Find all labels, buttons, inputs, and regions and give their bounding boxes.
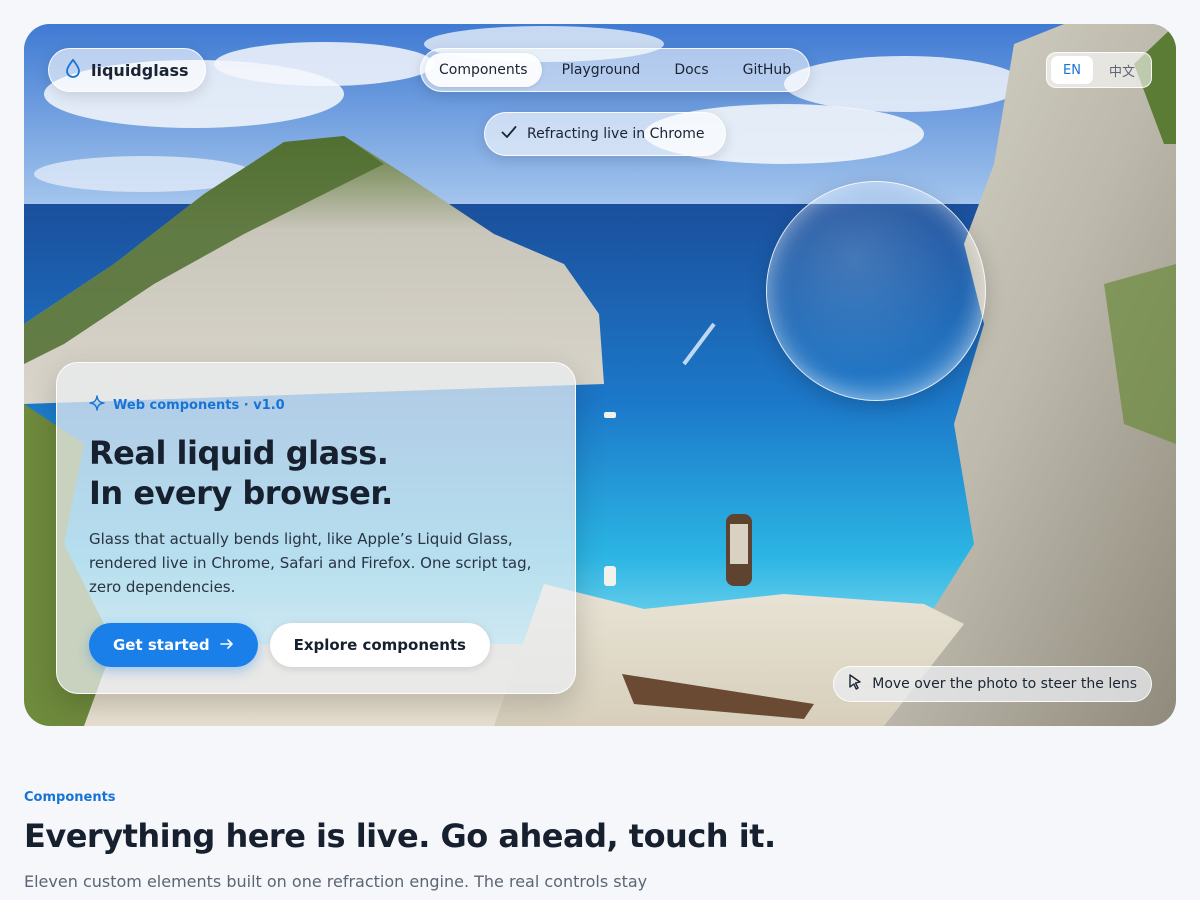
section-description: Eleven custom elements built on one refr… [24, 872, 648, 900]
section-eyebrow: Components [24, 790, 116, 805]
hero-title-line-1: Real liquid glass. [89, 434, 389, 472]
nav-item-playground[interactable]: Playground [548, 53, 655, 87]
status-label: Refracting live in Chrome [527, 126, 705, 142]
get-started-label: Get started [113, 636, 210, 654]
nav-item-docs[interactable]: Docs [660, 53, 722, 87]
brand-logo[interactable]: liquidglass [48, 48, 206, 92]
arrow-right-icon [219, 636, 234, 654]
hero-cta-row: Get started Explore components [89, 623, 543, 667]
language-zh-button[interactable]: 中文 [1097, 56, 1147, 84]
get-started-button[interactable]: Get started [89, 623, 258, 667]
hero-eyebrow: Web components · v1.0 [89, 395, 543, 415]
lens-hint-label: Move over the photo to steer the lens [872, 676, 1137, 692]
brand-name: liquidglass [91, 60, 189, 80]
section-title: Everything here is live. Go ahead, touch… [24, 817, 776, 855]
nav-item-components[interactable]: Components [425, 53, 542, 87]
nav-item-github[interactable]: GitHub [729, 53, 806, 87]
hero-eyebrow-label: Web components · v1.0 [113, 397, 285, 413]
hero-title: Real liquid glass. In every browser. [89, 433, 543, 513]
components-section: Components Everything here is live. Go a… [24, 790, 1176, 900]
status-badge: Refracting live in Chrome [484, 112, 726, 156]
sparkle-icon [89, 395, 105, 415]
explore-components-button[interactable]: Explore components [269, 623, 490, 667]
language-en-button[interactable]: EN [1051, 56, 1093, 84]
hero-description: Glass that actually bends light, like Ap… [89, 530, 532, 596]
language-switcher: EN 中文 [1046, 52, 1152, 88]
cursor-arrow-icon [848, 674, 862, 694]
hero-card: Web components · v1.0 Real liquid glass.… [56, 362, 576, 694]
hero-banner[interactable]: liquidglass Components Playground Docs G… [24, 24, 1176, 726]
check-icon [501, 125, 517, 143]
lens-hint: Move over the photo to steer the lens [833, 666, 1152, 702]
main-nav: Components Playground Docs GitHub [420, 48, 811, 92]
refraction-lens[interactable] [766, 181, 986, 401]
water-drop-icon [65, 58, 81, 82]
hero-title-line-2: In every browser. [89, 474, 393, 512]
